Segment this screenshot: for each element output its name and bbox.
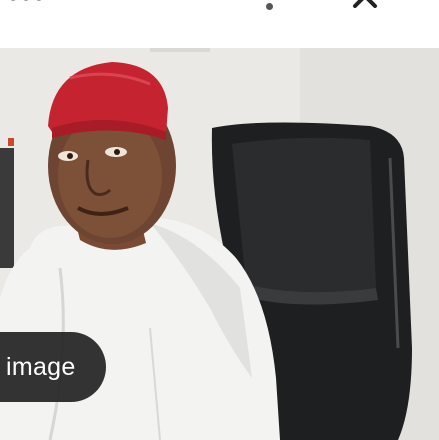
image-badge-label: image [6,352,76,381]
dot-indicator [266,3,273,10]
cropped-heading-text: ~~~ [4,0,43,12]
image-badge: image [0,332,106,402]
chevron-up-icon[interactable] [352,0,378,8]
top-bar: ~~~ [0,0,439,48]
